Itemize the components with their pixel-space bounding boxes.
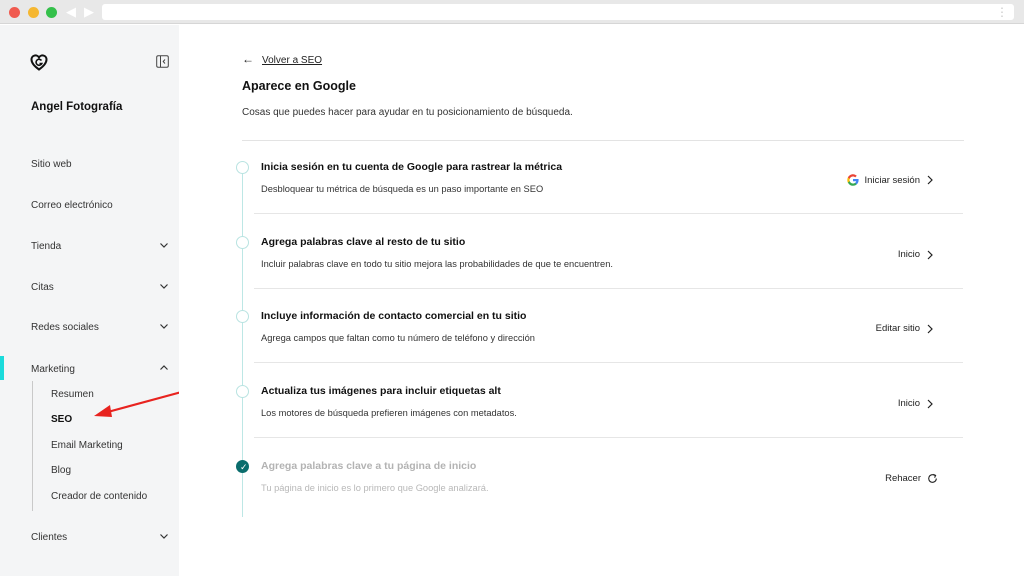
sidebar-subitem-resumen[interactable]: Resumen [51, 389, 94, 400]
sidebar-item-label: Citas [31, 282, 54, 293]
task-title: Agrega palabras clave a tu página de ini… [261, 460, 477, 472]
task-description: Los motores de búsqueda prefieren imágen… [261, 408, 517, 418]
chevron-up-icon [160, 365, 168, 370]
status-circle-icon [236, 236, 249, 249]
chevron-right-icon [927, 250, 933, 259]
task-action-label: Inicio [897, 398, 920, 409]
task-action-label: Rehacer [885, 473, 921, 484]
status-circle-icon [236, 161, 249, 174]
divider [242, 140, 964, 141]
main-content: ← Volver a SEO Aparece en Google Cosas qu… [179, 25, 1024, 576]
sidebar-item-label: Redes sociales [31, 322, 99, 333]
task-action-button[interactable]: Inicio [898, 398, 934, 409]
browser-chrome: ◀ ▶ ⋮ [0, 0, 1024, 24]
sidebar-subitem-email-marketing[interactable]: Email Marketing [51, 440, 123, 451]
maximize-window-button[interactable] [46, 7, 57, 18]
back-link[interactable]: ← Volver a SEO [242, 52, 322, 66]
sidebar-item-label: Sitio web [31, 159, 72, 170]
sidebar-item-clientes[interactable]: Clientes [31, 532, 171, 543]
more-options-icon[interactable]: ⋮ [996, 4, 1008, 20]
sidebar: Angel Fotografía Sitio web Correo electr… [0, 25, 179, 576]
sidebar-item-citas[interactable]: Citas [31, 282, 171, 293]
divider [254, 288, 963, 289]
task-description: Desbloquear tu métrica de búsqueda es un… [261, 184, 544, 194]
task-description: Agrega campos que faltan como tu número … [261, 333, 535, 343]
redo-icon [928, 473, 937, 483]
chevron-right-icon [927, 175, 933, 185]
chevron-down-icon [160, 284, 168, 289]
task-action-label: Inicio [897, 249, 920, 260]
browser-back-icon[interactable]: ◀ [66, 4, 76, 20]
divider [254, 362, 963, 363]
task-title: Agrega palabras clave al resto de tu sit… [261, 236, 466, 248]
task-action-button[interactable]: Iniciar sesión [846, 174, 934, 186]
browser-forward-icon[interactable]: ▶ [84, 4, 94, 20]
sidebar-subitem-blog[interactable]: Blog [51, 465, 71, 476]
sidebar-item-tienda[interactable]: Tienda [31, 241, 171, 252]
chevron-right-icon [927, 324, 933, 333]
divider [254, 437, 963, 438]
task-description: Incluir palabras clave en todo tu sitio … [261, 259, 613, 269]
chevron-down-icon [160, 243, 168, 248]
minimize-window-button[interactable] [28, 7, 39, 18]
task-title: Inicia sesión en tu cuenta de Google par… [261, 161, 563, 173]
divider [254, 213, 963, 214]
site-name: Angel Fotografía [31, 101, 123, 113]
arrow-left-icon: ← [242, 52, 254, 66]
sidebar-item-label: Marketing [31, 364, 75, 375]
completed-check-icon: ✓ [236, 460, 249, 473]
task-action-button[interactable]: Editar sitio [876, 323, 934, 334]
page-description: Cosas que puedes hacer para ayudar en tu… [242, 107, 573, 118]
status-circle-icon [236, 385, 249, 398]
task-action-button[interactable]: Inicio [898, 249, 934, 260]
sidebar-item-redes-sociales[interactable]: Redes sociales [31, 322, 171, 333]
collapse-sidebar-icon[interactable] [156, 55, 169, 68]
task-title: Actualiza tus imágenes para incluir etiq… [261, 385, 501, 397]
close-window-button[interactable] [9, 7, 20, 18]
sidebar-item-sitio-web[interactable]: Sitio web [31, 159, 171, 170]
task-action-label: Editar sitio [875, 323, 920, 334]
status-circle-icon [236, 310, 249, 323]
sidebar-item-label: Clientes [31, 532, 68, 543]
address-bar[interactable]: ⋮ [102, 4, 1014, 20]
chevron-down-icon [160, 324, 168, 329]
sidebar-subitem-seo[interactable]: SEO [51, 414, 72, 425]
sidebar-item-label: Tienda [31, 241, 62, 252]
submenu-line [32, 381, 33, 511]
page-title: Aparece en Google [242, 79, 356, 93]
sidebar-item-correo[interactable]: Correo electrónico [31, 200, 171, 211]
task-description: Tu página de inicio es lo primero que Go… [261, 483, 489, 493]
google-icon [846, 174, 859, 186]
sidebar-item-marketing[interactable]: Marketing [31, 364, 171, 375]
chevron-down-icon [160, 534, 168, 539]
redo-button[interactable]: Rehacer [885, 473, 938, 484]
sidebar-subitem-creador-contenido[interactable]: Creador de contenido [51, 491, 147, 502]
chevron-right-icon [927, 399, 933, 408]
task-title: Incluye información de contacto comercia… [261, 310, 527, 322]
active-indicator [0, 356, 4, 380]
task-action-label: Iniciar sesión [864, 174, 920, 186]
godaddy-logo-icon[interactable] [29, 52, 49, 72]
sidebar-item-label: Correo electrónico [31, 200, 113, 211]
back-link-label: Volver a SEO [262, 55, 323, 66]
